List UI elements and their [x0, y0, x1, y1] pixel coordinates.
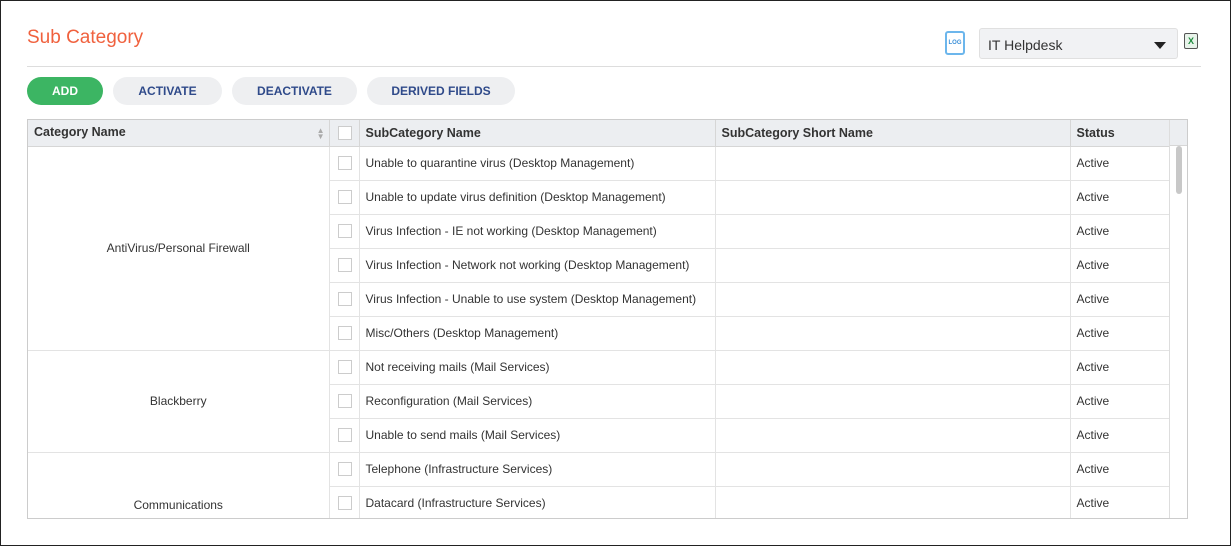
subcategory-short-name — [715, 418, 1071, 453]
subcategory-short-name — [715, 316, 1071, 351]
row-checkbox[interactable] — [337, 394, 352, 409]
subcategory-name[interactable]: Misc/Others (Desktop Management) — [359, 316, 716, 351]
module-select[interactable]: IT Helpdesk — [979, 28, 1178, 59]
category-cell: Communications — [28, 452, 330, 518]
subcategory-short-name — [715, 180, 1071, 215]
row-checkbox-cell — [329, 180, 360, 215]
subcategory-short-name — [715, 384, 1071, 419]
subcategory-name[interactable]: Not receiving mails (Mail Services) — [359, 350, 716, 385]
row-checkbox[interactable] — [337, 190, 352, 205]
status: Active — [1070, 180, 1171, 215]
subcategory-name[interactable]: Virus Infection - Network not working (D… — [359, 248, 716, 283]
row-checkbox[interactable] — [337, 360, 352, 375]
status: Active — [1070, 350, 1171, 385]
row-checkbox-cell — [329, 418, 360, 453]
status: Active — [1070, 248, 1171, 283]
subcategory-short-name — [715, 452, 1071, 487]
column-header-subcategory[interactable]: SubCategory Name — [359, 120, 716, 147]
add-button[interactable]: ADD — [27, 77, 103, 105]
row-checkbox-cell — [329, 316, 360, 351]
status: Active — [1070, 146, 1171, 181]
category-name: Communications — [133, 497, 223, 512]
row-checkbox-cell — [329, 214, 360, 249]
subcategory-name[interactable]: Datacard (Infrastructure Services) — [359, 486, 716, 518]
category-cell: Blackberry — [28, 350, 330, 453]
table-row[interactable]: AntiVirus/Personal Firewall Unable to qu… — [28, 146, 1171, 351]
row-checkbox-cell — [329, 384, 360, 419]
status: Active — [1070, 452, 1171, 487]
row-checkbox[interactable] — [337, 156, 352, 171]
row-checkbox-cell — [329, 146, 360, 181]
row-checkbox-cell — [329, 248, 360, 283]
subcategory-short-name — [715, 350, 1071, 385]
table-row[interactable]: Blackberry Not receiving mails (Mail Ser… — [28, 350, 1171, 453]
row-checkbox-cell — [329, 282, 360, 317]
subcategory-name[interactable]: Unable to update virus definition (Deskt… — [359, 180, 716, 215]
sort-icon[interactable]: ▲ ▼ — [317, 127, 325, 141]
chevron-down-icon — [1154, 42, 1166, 49]
divider — [27, 66, 1201, 67]
status: Active — [1070, 384, 1171, 419]
status: Active — [1070, 282, 1171, 317]
scrollbar[interactable] — [1169, 120, 1187, 518]
row-checkbox[interactable] — [337, 462, 352, 477]
row-checkbox[interactable] — [337, 428, 352, 443]
table-row[interactable]: Communications Telephone (Infrastructure… — [28, 452, 1171, 518]
derived-fields-button[interactable]: DERIVED FIELDS — [367, 77, 515, 105]
column-header-status[interactable]: Status — [1070, 120, 1171, 147]
row-checkbox[interactable] — [337, 292, 352, 307]
log-icon[interactable]: LOG — [945, 31, 965, 55]
row-checkbox[interactable] — [337, 224, 352, 239]
activate-button[interactable]: ACTIVATE — [113, 77, 222, 105]
status: Active — [1070, 418, 1171, 453]
subcategory-table: Category Name ▲ ▼ SubCategory Name SubCate… — [27, 119, 1188, 519]
category-name: Blackberry — [149, 394, 207, 408]
row-checkbox[interactable] — [337, 258, 352, 273]
column-label: Category Name — [34, 125, 126, 140]
row-checkbox-cell — [329, 350, 360, 385]
subcategory-name[interactable]: Virus Infection - Unable to use system (… — [359, 282, 716, 317]
status: Active — [1070, 486, 1171, 518]
select-all-checkbox[interactable] — [337, 126, 352, 141]
subcategory-short-name — [715, 214, 1071, 249]
column-header-category[interactable]: Category Name ▲ ▼ — [28, 120, 330, 147]
subcategory-short-name — [715, 282, 1071, 317]
subcategory-short-name — [715, 486, 1071, 518]
subcategory-short-name — [715, 248, 1071, 283]
column-header-short-name[interactable]: SubCategory Short Name — [715, 120, 1071, 147]
category-cell: AntiVirus/Personal Firewall — [28, 146, 330, 351]
select-all-cell — [329, 120, 360, 147]
category-name: AntiVirus/Personal Firewall — [106, 241, 250, 255]
subcategory-name[interactable]: Unable to send mails (Mail Services) — [359, 418, 716, 453]
subcategory-short-name — [715, 146, 1071, 181]
row-checkbox[interactable] — [337, 496, 352, 511]
row-checkbox-cell — [329, 486, 360, 518]
subcategory-name[interactable]: Virus Infection - IE not working (Deskto… — [359, 214, 716, 249]
module-select-value: IT Helpdesk — [988, 37, 1063, 53]
scrollbar-thumb[interactable] — [1176, 146, 1182, 194]
row-checkbox[interactable] — [337, 326, 352, 341]
page-title: Sub Category — [27, 27, 144, 48]
row-checkbox-cell — [329, 452, 360, 487]
status: Active — [1070, 316, 1171, 351]
subcategory-name[interactable]: Unable to quarantine virus (Desktop Mana… — [359, 146, 716, 181]
status: Active — [1070, 214, 1171, 249]
deactivate-button[interactable]: DEACTIVATE — [232, 77, 357, 105]
excel-export-icon[interactable]: X — [1184, 33, 1198, 49]
subcategory-name[interactable]: Reconfiguration (Mail Services) — [359, 384, 716, 419]
subcategory-name[interactable]: Telephone (Infrastructure Services) — [359, 452, 716, 487]
